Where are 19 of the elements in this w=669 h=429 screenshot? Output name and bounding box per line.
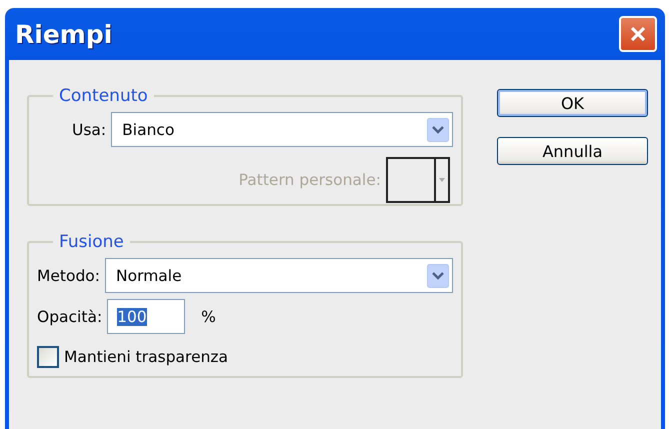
field-label: Metodo: [37, 266, 100, 284]
close-button[interactable] [619, 16, 657, 52]
opacity-field[interactable]: 100 [107, 299, 186, 334]
unit-label: % [201, 308, 216, 326]
dropdown-field[interactable]: Normale [105, 258, 453, 293]
group-title: Contenuto [58, 86, 149, 106]
dropdown-field[interactable]: Bianco [111, 112, 453, 147]
ok-button[interactable]: OK [497, 89, 648, 117]
field-label: Usa: [72, 120, 106, 138]
checkbox-label: Mantieni trasparenza [64, 348, 228, 366]
caret-icon [439, 178, 445, 182]
group-title: Fusione [58, 232, 125, 252]
window-title: Riempi [15, 20, 112, 48]
field-label: Opacità: [37, 308, 102, 326]
checkbox[interactable] [37, 346, 59, 368]
field-label: Pattern personale: [238, 171, 381, 189]
close-icon [629, 25, 647, 43]
field-value: 100 [117, 308, 147, 326]
cancel-button[interactable]: Annulla [497, 137, 648, 165]
